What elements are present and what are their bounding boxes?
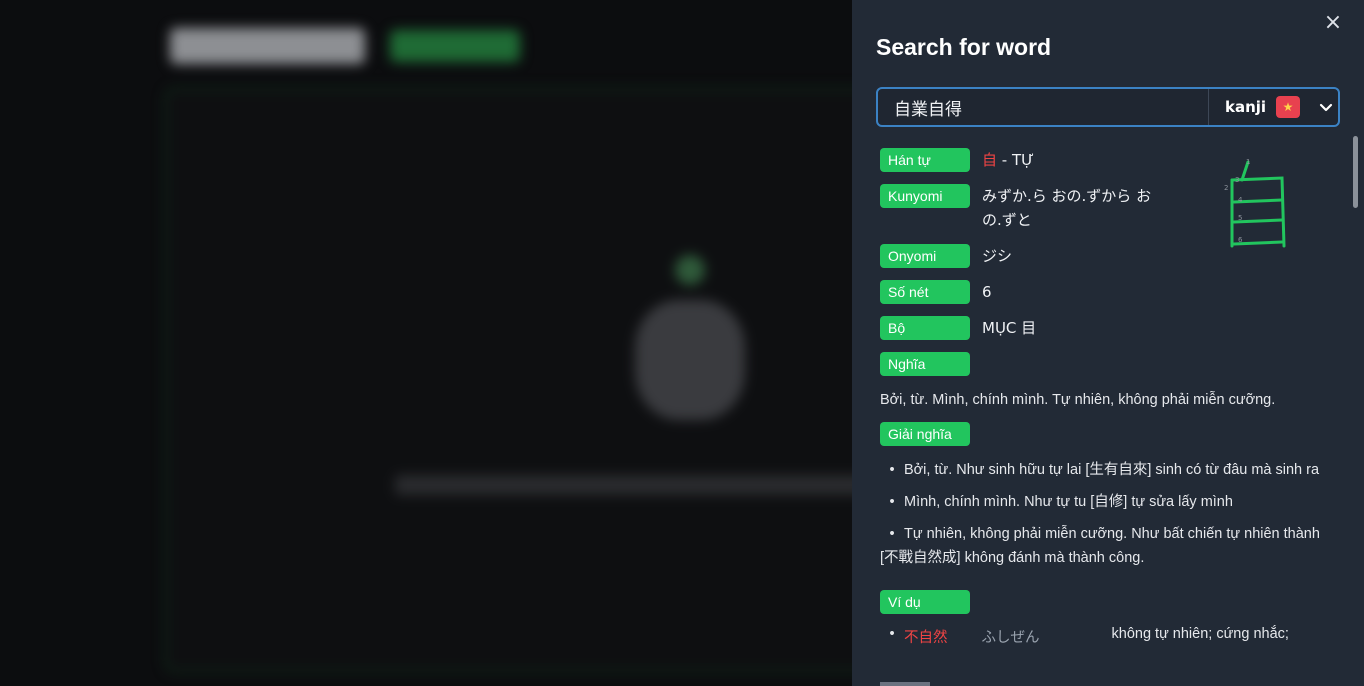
example-row: Ví dụ — [880, 590, 1340, 614]
explain-item: • Bởi, từ. Như sinh hữu tự lai [生有自來] sin… — [889, 462, 1320, 478]
search-input[interactable] — [878, 88, 1208, 126]
han-tu-char: 自 — [982, 151, 998, 169]
strokes-row: Số nét 6 — [880, 280, 1340, 304]
scrollbar-thumb[interactable] — [1353, 136, 1358, 208]
kunyomi-badge: Kunyomi — [880, 184, 970, 208]
kanji-details: 123 456 Hán tự 自 - TỰ Kunyomi みずか.ら おの.ず… — [880, 148, 1340, 647]
chevron-down-icon — [1319, 103, 1333, 112]
strokes-value: 6 — [982, 283, 992, 301]
svg-text:2: 2 — [1224, 184, 1228, 192]
meaning-badge: Nghĩa — [880, 352, 970, 376]
svg-text:4: 4 — [1238, 196, 1243, 204]
kunyomi-value: みずか.ら おの.ずから おの.ずと — [982, 187, 1152, 229]
han-tu-value: 自 - TỰ — [982, 148, 1034, 172]
search-drawer: × Search for word kanji ★ 123 456 — [852, 0, 1364, 686]
background-panel — [165, 88, 889, 672]
radical-badge: Bộ — [880, 316, 970, 340]
han-tu-badge: Hán tự — [880, 148, 970, 172]
vietnam-flag-icon: ★ — [1276, 96, 1301, 118]
svg-text:6: 6 — [1238, 236, 1243, 244]
svg-text:3: 3 — [1235, 176, 1239, 184]
onyomi-badge: Onyomi — [880, 244, 970, 268]
meaning-text: Bởi, từ. Mình, chính mình. Tự nhiên, khô… — [880, 392, 1276, 408]
example-item: • 不自然 ふしぜん không tự nhiên; cứng nhắc; — [889, 626, 1289, 646]
onyomi-value: ジシ — [982, 247, 1013, 265]
search-type-label: kanji — [1225, 98, 1267, 116]
background-text — [395, 475, 875, 495]
radical-value: MỤC 目 — [982, 319, 1037, 337]
strokes-badge: Số nét — [880, 280, 970, 304]
background-button — [170, 28, 365, 64]
explain-badge: Giải nghĩa — [880, 422, 970, 446]
close-icon[interactable]: × — [1320, 10, 1346, 36]
example-meaning: không tự nhiên; cứng nhắc; — [1111, 626, 1289, 642]
example-badge: Ví dụ — [880, 590, 970, 614]
kanji-stroke-order-drawing: 123 456 — [1224, 158, 1286, 248]
explain-item: • Mình, chính mình. Như tự tu [自修] tự sửa… — [889, 494, 1233, 510]
svg-text:1: 1 — [1246, 158, 1250, 166]
explain-item: • Tự nhiên, không phải miễn cưỡng. Như bấ… — [880, 526, 1320, 566]
meaning-row: Nghĩa — [880, 352, 1340, 376]
background-shape — [675, 255, 705, 285]
background-illustration — [635, 300, 745, 420]
drawer-title: Search for word — [876, 34, 1052, 60]
background-button — [390, 30, 520, 62]
svg-text:5: 5 — [1238, 214, 1242, 222]
horizontal-scrollbar[interactable] — [880, 682, 930, 686]
example-word: 不自然 — [904, 630, 948, 646]
search-type-select[interactable]: kanji ★ — [1208, 89, 1338, 125]
search-box: kanji ★ — [876, 87, 1340, 127]
example-kana: ふしぜん — [981, 630, 1040, 646]
han-tu-reading: - TỰ — [1001, 151, 1035, 169]
explain-row: Giải nghĩa — [880, 422, 1340, 446]
radical-row: Bộ MỤC 目 — [880, 316, 1340, 340]
